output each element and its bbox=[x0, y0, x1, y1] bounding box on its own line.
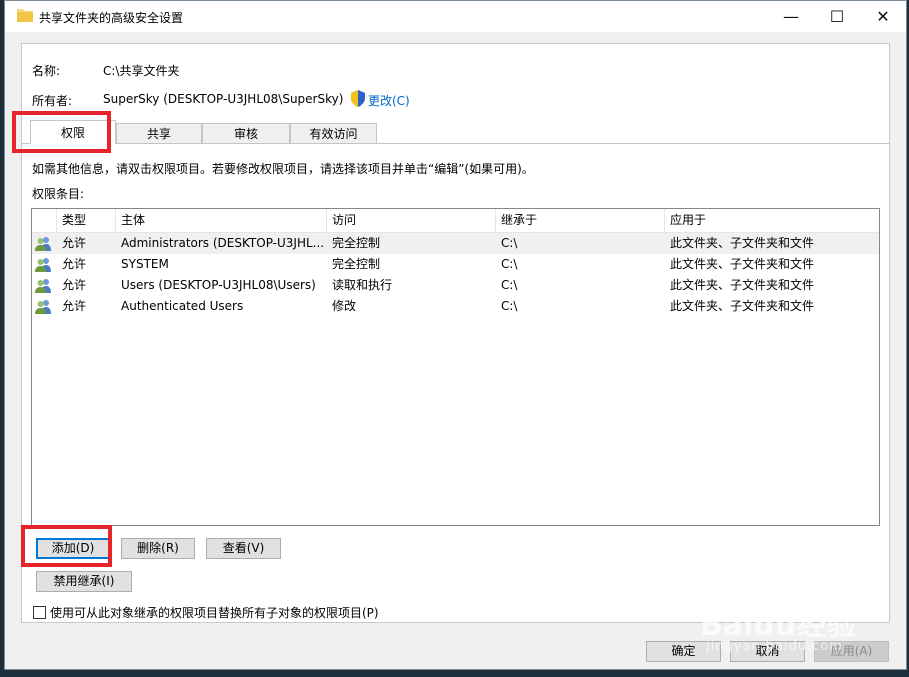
window-title: 共享文件夹的高级安全设置 bbox=[39, 11, 184, 25]
cell-type: 允许 bbox=[62, 257, 87, 271]
table-row[interactable]: 允许 Administrators (DESKTOP-U3JHL... 完全控制… bbox=[32, 233, 879, 254]
table-row[interactable]: 允许 SYSTEM 完全控制 C:\ 此文件夹、子文件夹和文件 bbox=[32, 254, 879, 275]
close-button[interactable]: ✕ bbox=[860, 1, 906, 32]
column-header-type[interactable]: 类型 bbox=[57, 209, 116, 232]
list-header: 类型 主体 访问 继承于 应用于 bbox=[32, 209, 879, 233]
change-owner-link[interactable]: 更改(C) bbox=[368, 92, 410, 109]
cell-type: 允许 bbox=[62, 299, 87, 313]
cell-inherited-from: C:\ bbox=[501, 299, 518, 313]
cell-principal: Users (DESKTOP-U3JHL08\Users) bbox=[121, 278, 316, 292]
uac-shield-icon bbox=[351, 90, 365, 107]
column-header-applies-to[interactable]: 应用于 bbox=[665, 209, 879, 232]
table-row[interactable]: 允许 Authenticated Users 修改 C:\ 此文件夹、子文件夹和… bbox=[32, 296, 879, 317]
tab-effective-access[interactable]: 有效访问 bbox=[290, 123, 377, 143]
owner-label: 所有者: bbox=[32, 94, 73, 108]
permission-entries-list[interactable]: 类型 主体 访问 继承于 应用于 允许 Administrators (DESK… bbox=[31, 208, 880, 526]
cell-access: 完全控制 bbox=[332, 257, 381, 271]
remove-button[interactable]: 删除(R) bbox=[121, 538, 195, 559]
users-icon bbox=[35, 258, 51, 272]
users-icon bbox=[35, 300, 51, 314]
permission-entries-label: 权限条目: bbox=[32, 187, 85, 201]
cell-applies-to: 此文件夹、子文件夹和文件 bbox=[670, 236, 815, 250]
permissions-hint: 如需其他信息，请双击权限项目。若要修改权限项目，请选择该项目并单击“编辑”(如果… bbox=[32, 162, 534, 176]
cell-inherited-from: C:\ bbox=[501, 278, 518, 292]
add-button-highlight bbox=[21, 525, 112, 567]
tab-auditing[interactable]: 审核 bbox=[202, 123, 290, 143]
cell-inherited-from: C:\ bbox=[501, 257, 518, 271]
icon-column-header bbox=[32, 209, 57, 232]
cell-access: 完全控制 bbox=[332, 236, 381, 250]
tab-share[interactable]: 共享 bbox=[116, 123, 202, 143]
baidu-watermark-url: jingyan.baidu.com bbox=[706, 639, 843, 654]
name-value: C:\共享文件夹 bbox=[103, 64, 180, 78]
cell-access: 读取和执行 bbox=[332, 278, 393, 292]
cell-type: 允许 bbox=[62, 236, 87, 250]
baidu-watermark-logo: Baidu经验 bbox=[700, 608, 857, 643]
cell-principal: SYSTEM bbox=[121, 257, 169, 271]
minimize-button[interactable]: — bbox=[768, 1, 814, 32]
security-settings-window: 共享文件夹的高级安全设置 — ☐ ✕ 名称: C:\共享文件夹 所有者: Sup… bbox=[4, 0, 907, 670]
column-header-access[interactable]: 访问 bbox=[327, 209, 496, 232]
title-bar: 共享文件夹的高级安全设置 — ☐ ✕ bbox=[5, 1, 906, 32]
cell-type: 允许 bbox=[62, 278, 87, 292]
owner-value: SuperSky (DESKTOP-U3JHL08\SuperSky) bbox=[103, 92, 344, 106]
folder-icon bbox=[17, 9, 33, 22]
users-icon bbox=[35, 279, 51, 293]
column-header-inherited-from[interactable]: 继承于 bbox=[496, 209, 665, 232]
cell-access: 修改 bbox=[332, 299, 357, 313]
cell-inherited-from: C:\ bbox=[501, 236, 518, 250]
cell-applies-to: 此文件夹、子文件夹和文件 bbox=[670, 257, 815, 271]
cell-principal: Administrators (DESKTOP-U3JHL... bbox=[121, 236, 325, 250]
users-icon bbox=[35, 237, 51, 251]
permissions-tab-highlight bbox=[12, 111, 111, 153]
table-row[interactable]: 允许 Users (DESKTOP-U3JHL08\Users) 读取和执行 C… bbox=[32, 275, 879, 296]
view-button[interactable]: 查看(V) bbox=[206, 538, 281, 559]
maximize-button[interactable]: ☐ bbox=[814, 1, 860, 32]
disable-inheritance-button[interactable]: 禁用继承(I) bbox=[36, 571, 132, 592]
replace-child-permissions-label[interactable]: 使用可从此对象继承的权限项目替换所有子对象的权限项目(P) bbox=[50, 604, 379, 621]
cell-applies-to: 此文件夹、子文件夹和文件 bbox=[670, 299, 815, 313]
name-label: 名称: bbox=[32, 64, 61, 78]
tab-divider bbox=[22, 143, 889, 144]
column-header-principal[interactable]: 主体 bbox=[116, 209, 327, 232]
cell-principal: Authenticated Users bbox=[121, 299, 244, 313]
cell-applies-to: 此文件夹、子文件夹和文件 bbox=[670, 278, 815, 292]
main-panel: 名称: C:\共享文件夹 所有者: SuperSky (DESKTOP-U3JH… bbox=[21, 43, 890, 623]
replace-child-permissions-checkbox[interactable] bbox=[33, 606, 46, 619]
